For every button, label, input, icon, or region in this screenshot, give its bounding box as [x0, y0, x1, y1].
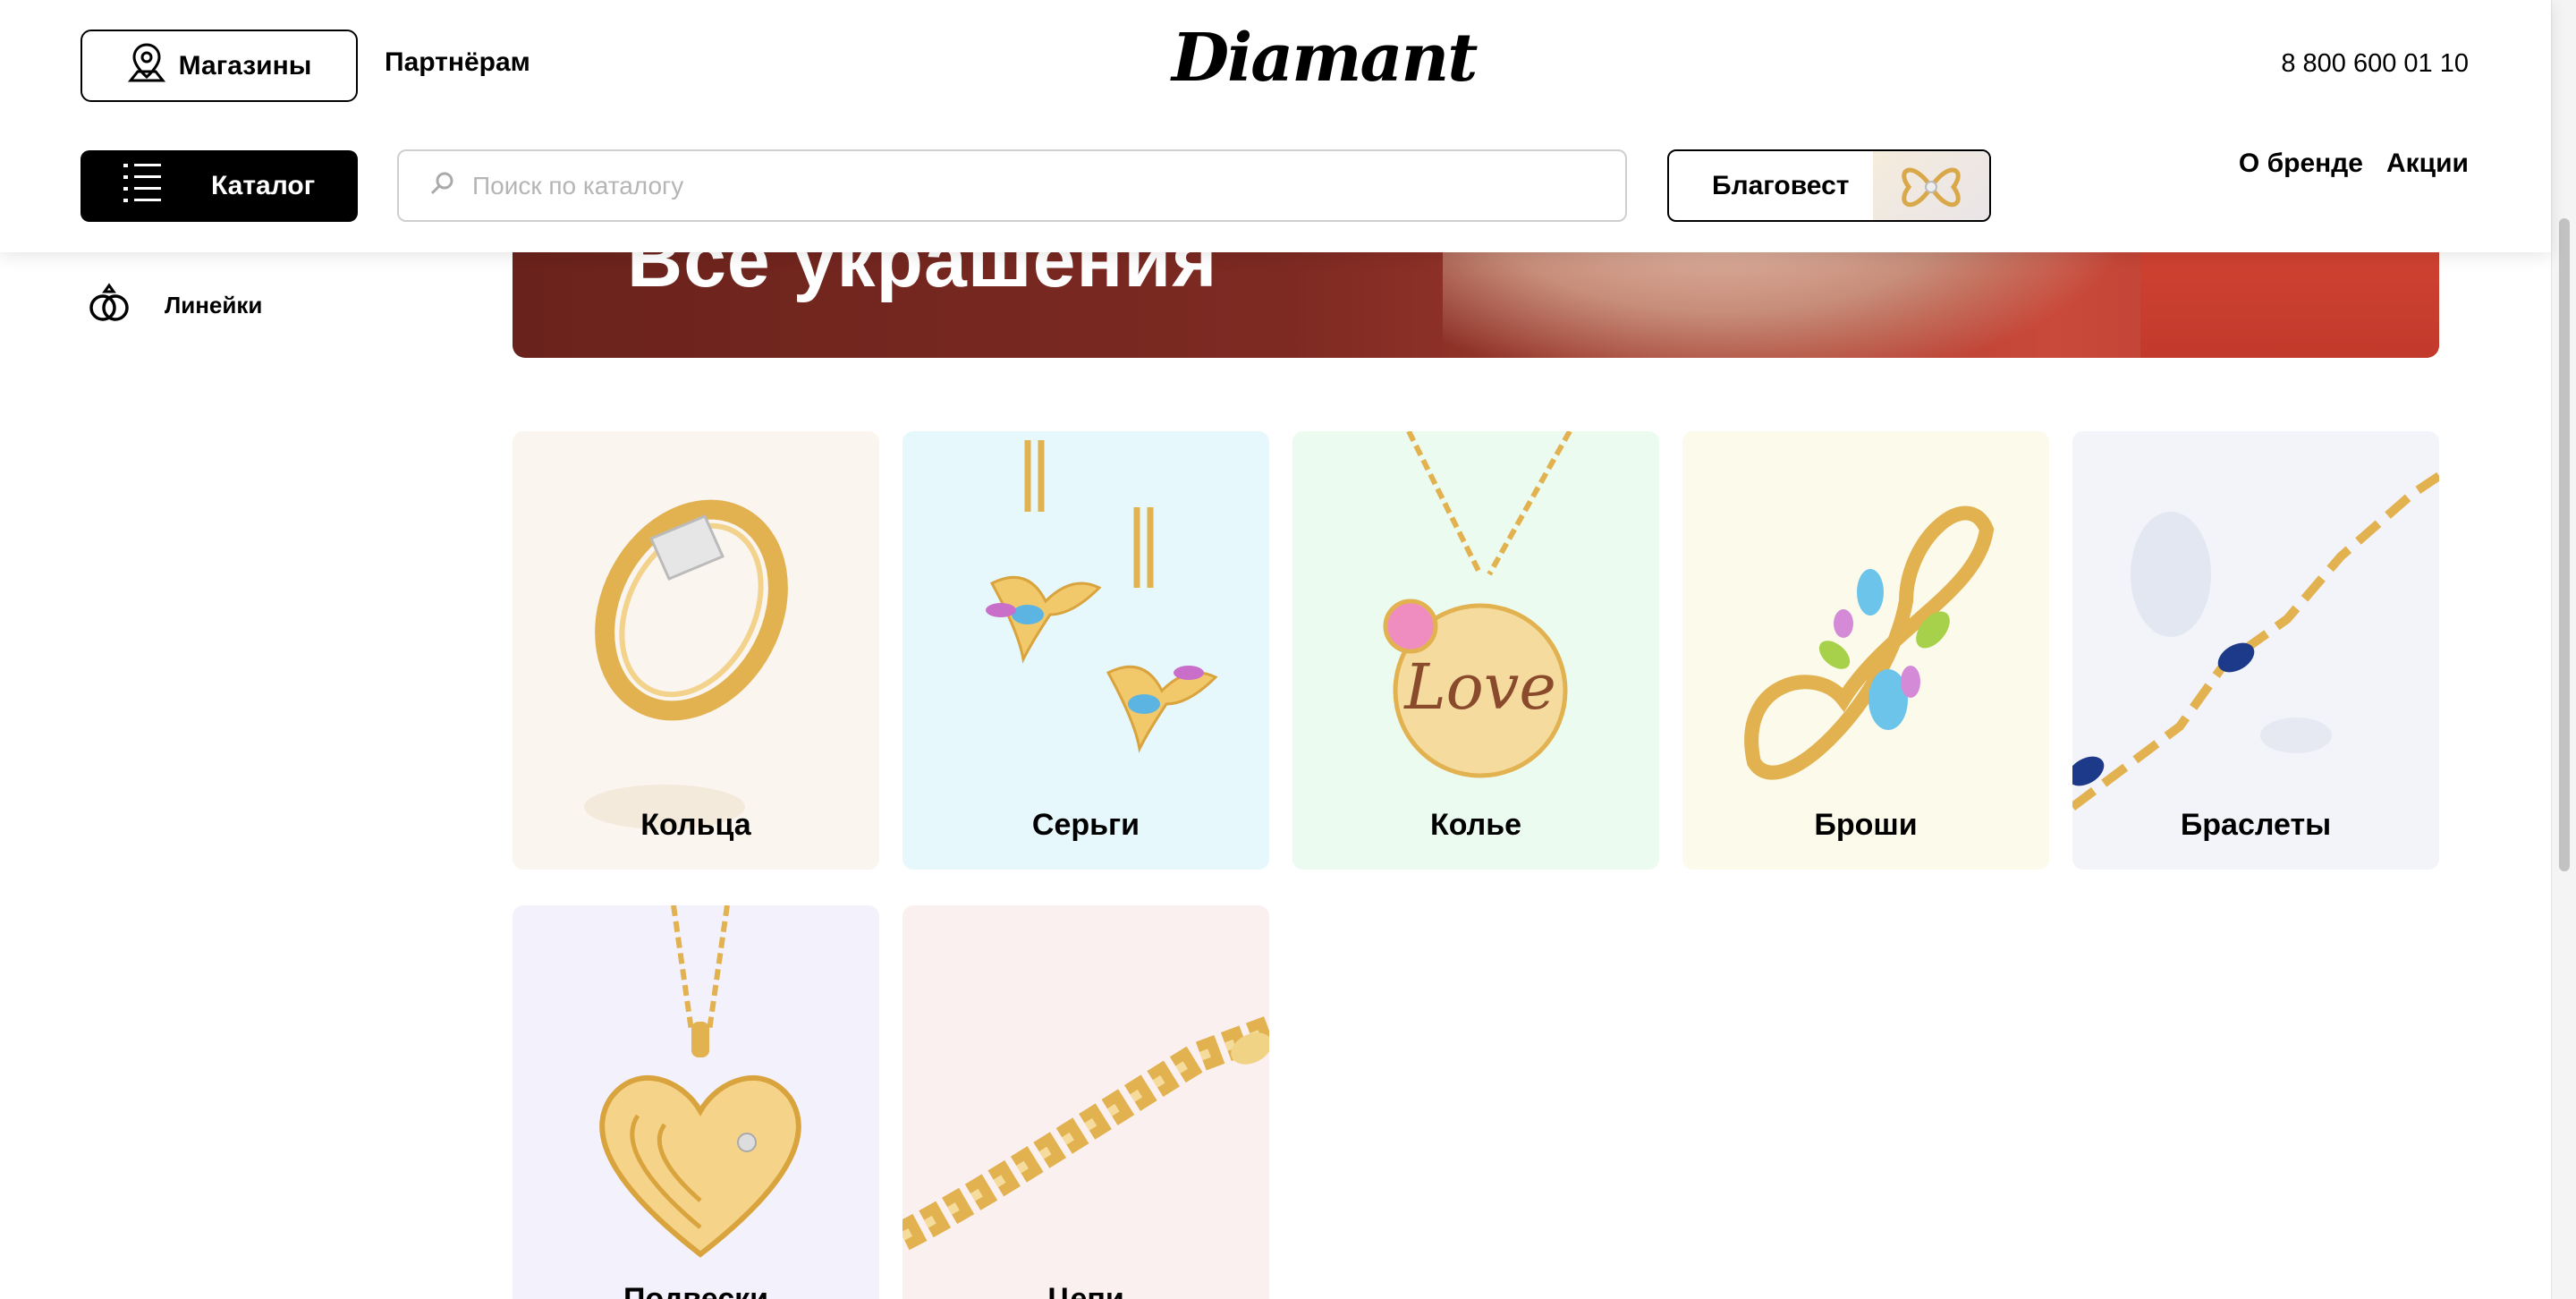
blagovest-button[interactable]: Благовест: [1667, 149, 1991, 222]
rings-icon: [86, 279, 132, 332]
map-pin-icon: [127, 41, 166, 91]
category-label: Броши: [1814, 808, 1918, 842]
category-card-necklaces[interactable]: Love Колье: [1292, 431, 1659, 870]
brooch-image: [1682, 431, 2049, 870]
category-label: Кольца: [640, 808, 751, 842]
blagovest-jewelry-image: [1873, 151, 1989, 220]
earrings-image: [902, 431, 1269, 870]
category-card-pendants[interactable]: Подвески: [513, 905, 879, 1299]
category-label: Колье: [1429, 808, 1522, 842]
category-card-rings[interactable]: Кольца: [513, 431, 879, 870]
category-label: Серьги: [1031, 808, 1140, 842]
blagovest-label: Благовест: [1712, 170, 1850, 200]
sidebar-item-lines[interactable]: Линейки: [86, 279, 262, 332]
list-icon: [123, 162, 161, 210]
category-card-chains[interactable]: Цепи: [902, 905, 1269, 1299]
ring-image: [513, 431, 879, 870]
svg-text:Love: Love: [1402, 650, 1556, 724]
stores-button[interactable]: Магазины: [80, 30, 358, 102]
site-header: Магазины Партнёрам Diamant 8 800 600 01 …: [0, 0, 2551, 252]
category-label: Браслеты: [2180, 808, 2332, 842]
necklace-image: Love: [1292, 431, 1659, 870]
search-box[interactable]: [397, 149, 1627, 222]
stores-label: Магазины: [178, 50, 312, 81]
catalog-button[interactable]: Каталог: [80, 150, 358, 222]
chain-image: [902, 905, 1269, 1299]
logo[interactable]: Diamant: [1172, 20, 1478, 106]
top-nav: О бренде Акции: [2239, 149, 2469, 179]
page-scrollbar[interactable]: [2551, 0, 2576, 1299]
page: Магазины Партнёрам Diamant 8 800 600 01 …: [0, 0, 2576, 1299]
category-card-brooches[interactable]: Броши: [1682, 431, 2049, 870]
nav-promotions[interactable]: Акции: [2386, 149, 2469, 179]
sidebar-item-label: Линейки: [165, 292, 263, 318]
catalog-label: Каталог: [211, 171, 316, 200]
bracelet-image: [2072, 431, 2439, 870]
search-icon: [429, 171, 454, 200]
pendant-image: [513, 905, 879, 1299]
nav-about-brand[interactable]: О бренде: [2239, 149, 2363, 179]
category-card-bracelets[interactable]: Браслеты: [2072, 431, 2439, 870]
search-input[interactable]: [472, 171, 1546, 200]
logo-text: Diamant: [1172, 20, 1478, 97]
category-card-earrings[interactable]: Серьги: [902, 431, 1269, 870]
phone-number[interactable]: 8 800 600 01 10: [2281, 49, 2469, 79]
category-label: Подвески: [623, 1282, 769, 1299]
category-label: Цепи: [1047, 1282, 1124, 1299]
partners-link[interactable]: Партнёрам: [385, 47, 530, 78]
scrollbar-thumb[interactable]: [2559, 218, 2570, 871]
